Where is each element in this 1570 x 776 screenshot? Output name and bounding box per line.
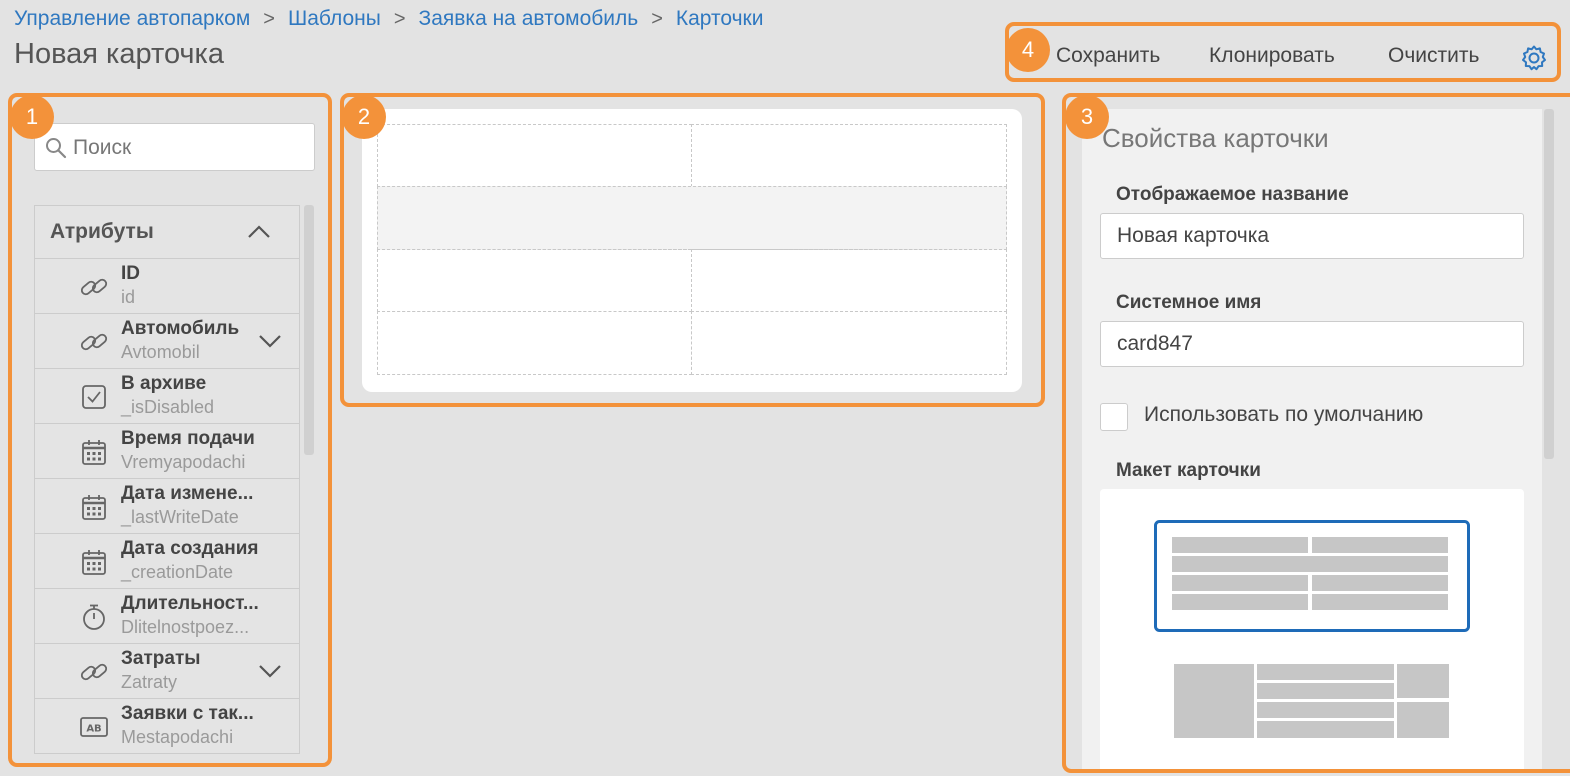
attribute-name: Дата измене... bbox=[121, 483, 254, 504]
breadcrumb-separator-icon: > bbox=[651, 7, 663, 30]
list-item[interactable]: AB Заявки с так... Mestapodachi bbox=[34, 699, 300, 754]
svg-text:AB: AB bbox=[86, 724, 101, 735]
breadcrumb-separator-icon: > bbox=[393, 7, 406, 30]
default-checkbox[interactable] bbox=[1100, 403, 1128, 431]
clone-button[interactable]: Клонировать bbox=[1209, 44, 1335, 68]
attribute-name: Время подачи bbox=[121, 428, 255, 449]
system-name-label: Системное имя bbox=[1116, 292, 1262, 313]
attribute-name: Длительност... bbox=[121, 593, 259, 614]
display-name-label: Отображаемое название bbox=[1116, 184, 1349, 205]
callout-badge-2: 2 bbox=[342, 95, 386, 139]
card-cell[interactable] bbox=[377, 311, 692, 375]
scrollbar[interactable] bbox=[1544, 109, 1554, 459]
attributes-group-header[interactable]: Атрибуты bbox=[34, 205, 300, 259]
card-canvas-panel bbox=[340, 93, 1045, 407]
card-cell[interactable] bbox=[377, 124, 692, 187]
system-name-field[interactable] bbox=[1100, 321, 1524, 367]
attribute-system-name: _isDisabled bbox=[121, 397, 215, 417]
calendar-icon bbox=[82, 440, 106, 465]
link-icon bbox=[80, 278, 108, 296]
attribute-system-name: Vremyapodachi bbox=[121, 452, 246, 472]
gear-icon[interactable] bbox=[1520, 44, 1548, 72]
calendar-icon bbox=[82, 550, 106, 575]
layout-option-three-column[interactable] bbox=[1154, 661, 1470, 761]
callout-badge-4: 4 bbox=[1006, 28, 1050, 72]
attribute-name: Дата создания bbox=[121, 538, 259, 559]
attributes-list: ID id Автомобиль Avtomobil В архиве _isD… bbox=[34, 259, 300, 754]
chevron-down-icon[interactable] bbox=[257, 332, 283, 350]
card-cell[interactable] bbox=[691, 249, 1007, 312]
list-item[interactable]: Автомобиль Avtomobil bbox=[34, 314, 300, 369]
attribute-system-name: id bbox=[121, 287, 136, 307]
text-icon: AB bbox=[80, 717, 108, 737]
card-preview bbox=[362, 109, 1022, 392]
card-properties-panel: Свойства карточки Отображаемое название … bbox=[1062, 93, 1570, 773]
attribute-name: Затраты bbox=[121, 648, 201, 669]
attribute-name: Заявки с так... bbox=[121, 703, 254, 724]
calendar-icon bbox=[82, 495, 106, 520]
display-name-field[interactable] bbox=[1100, 213, 1524, 259]
layout-option-two-column[interactable] bbox=[1154, 520, 1470, 632]
list-item[interactable]: ID id bbox=[34, 259, 300, 314]
list-item[interactable]: Затраты Zatraty bbox=[34, 644, 300, 699]
list-item[interactable]: Дата измене... _lastWriteDate bbox=[34, 479, 300, 534]
breadcrumb: Управление автопарком > Шаблоны > Заявка… bbox=[14, 6, 763, 32]
checkbox-icon bbox=[82, 385, 106, 409]
attribute-system-name: Zatraty bbox=[121, 672, 178, 692]
breadcrumb-fleet-management[interactable]: Управление автопарком bbox=[14, 7, 250, 31]
attribute-system-name: Avtomobil bbox=[121, 342, 200, 362]
layout-options bbox=[1100, 489, 1524, 769]
search-box[interactable] bbox=[34, 123, 315, 171]
callout-badge-1: 1 bbox=[10, 95, 54, 139]
breadcrumb-templates[interactable]: Шаблоны bbox=[288, 7, 381, 31]
attribute-system-name: Dlitelnostpoez... bbox=[121, 617, 250, 637]
properties-form: Свойства карточки Отображаемое название … bbox=[1082, 109, 1542, 769]
chevron-up-icon[interactable] bbox=[245, 222, 273, 242]
breadcrumb-cards[interactable]: Карточки bbox=[676, 7, 764, 31]
properties-title: Свойства карточки bbox=[1102, 123, 1329, 153]
toolbar: Сохранить Клонировать Очистить bbox=[1005, 22, 1561, 82]
attributes-panel: Атрибуты ID id Автомобиль Avtomobil bbox=[8, 93, 332, 767]
chevron-down-icon[interactable] bbox=[257, 662, 283, 680]
card-cell[interactable] bbox=[691, 124, 1007, 187]
list-item[interactable]: В архиве _isDisabled bbox=[34, 369, 300, 424]
attribute-name: ID bbox=[121, 263, 140, 284]
callout-badge-3: 3 bbox=[1065, 95, 1109, 139]
link-icon bbox=[80, 333, 108, 351]
clear-button[interactable]: Очистить bbox=[1388, 44, 1479, 68]
list-item[interactable]: Длительност... Dlitelnostpoez... bbox=[34, 589, 300, 644]
breadcrumb-separator-icon: > bbox=[263, 7, 275, 30]
card-cell[interactable] bbox=[377, 249, 692, 312]
attribute-system-name: _creationDate bbox=[121, 562, 234, 582]
layout-label: Макет карточки bbox=[1116, 460, 1261, 481]
scrollbar[interactable] bbox=[304, 205, 314, 455]
default-checkbox-label: Использовать по умолчанию bbox=[1144, 403, 1424, 426]
attribute-name: Автомобиль bbox=[121, 318, 240, 339]
list-item[interactable]: Время подачи Vremyapodachi bbox=[34, 424, 300, 479]
save-button[interactable]: Сохранить bbox=[1056, 44, 1160, 68]
stopwatch-icon bbox=[83, 604, 105, 630]
list-item[interactable]: Дата создания _creationDate bbox=[34, 534, 300, 589]
attribute-system-name: Mestapodachi bbox=[121, 727, 234, 747]
card-cell[interactable] bbox=[377, 186, 1007, 250]
attributes-group-title: Атрибуты bbox=[50, 220, 154, 243]
search-input[interactable] bbox=[71, 130, 305, 166]
search-icon bbox=[46, 138, 67, 159]
link-icon bbox=[80, 663, 108, 681]
attribute-system-name: _lastWriteDate bbox=[121, 507, 239, 527]
card-cell[interactable] bbox=[691, 311, 1007, 375]
attribute-name: В архиве bbox=[121, 373, 207, 394]
page-title: Новая карточка bbox=[14, 38, 224, 70]
breadcrumb-car-request[interactable]: Заявка на автомобиль bbox=[419, 7, 639, 31]
